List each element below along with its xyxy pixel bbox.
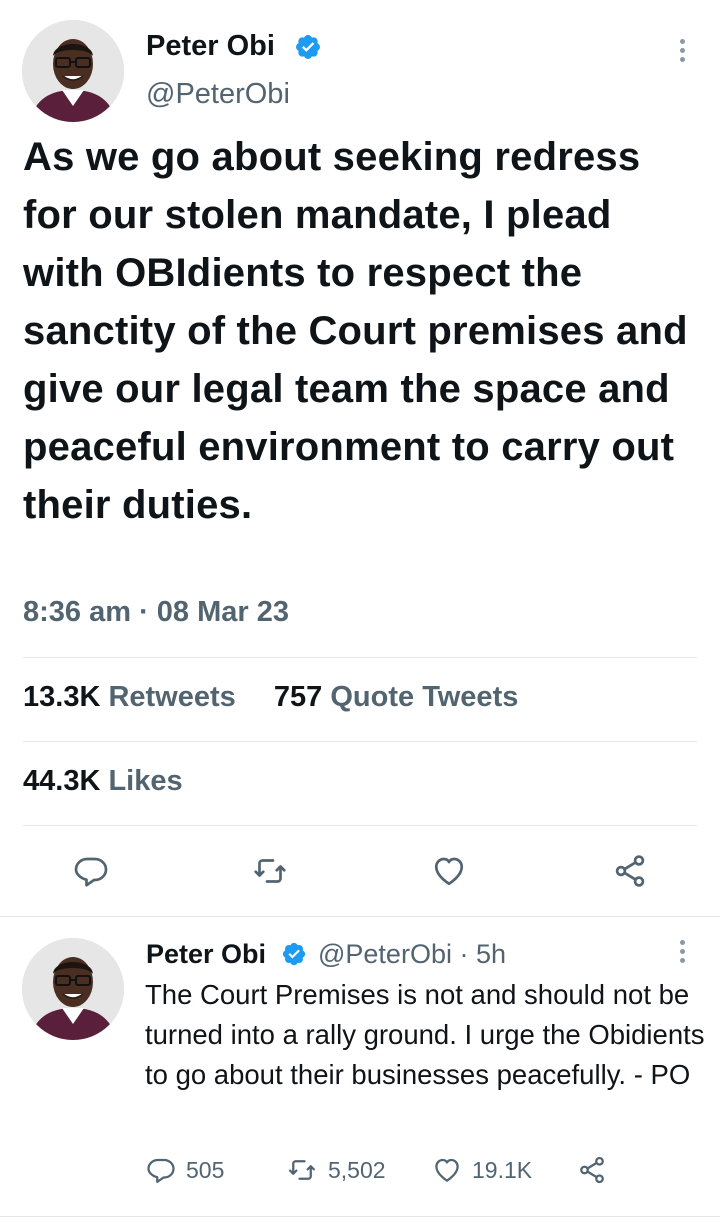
divider: [23, 741, 697, 742]
retweets-label: Retweets: [108, 681, 236, 713]
author-avatar[interactable]: [22, 20, 124, 122]
author-name[interactable]: Peter Obi: [146, 30, 275, 63]
speech-bubble-icon: [74, 857, 108, 887]
retweets-stat[interactable]: 13.3K Retweets: [23, 681, 244, 713]
like-count: 19.1K: [472, 1156, 533, 1183]
reply-like-button[interactable]: 19.1K: [432, 1154, 532, 1186]
reply-reply-button[interactable]: 505: [146, 1154, 224, 1186]
heart-icon: [435, 1158, 459, 1182]
more-options-icon[interactable]: [676, 39, 688, 66]
retweet-count: 5,502: [328, 1156, 386, 1183]
profile-photo-icon: [22, 20, 124, 122]
divider: [23, 825, 697, 826]
share-icon: [615, 855, 645, 887]
share-icon: [580, 1156, 604, 1184]
quotes-label: Quote Tweets: [330, 681, 519, 713]
retweet-icon: [254, 859, 286, 883]
reply-author-handle[interactable]: @PeterObi: [318, 939, 452, 969]
likes-count: 44.3K: [23, 765, 101, 797]
profile-photo-icon: [22, 938, 124, 1040]
retweets-count: 13.3K: [23, 681, 101, 713]
likes-stat[interactable]: 44.3K Likes: [23, 765, 183, 798]
reply-author-name[interactable]: Peter Obi: [146, 939, 266, 970]
retweet-button[interactable]: [250, 853, 290, 889]
verified-badge-icon: [281, 941, 307, 967]
retweet-quote-stats: 13.3K Retweets 757 Quote Tweets: [23, 681, 518, 714]
author-handle[interactable]: @PeterObi: [146, 78, 290, 111]
speech-bubble-icon: [147, 1158, 175, 1183]
share-button[interactable]: [610, 853, 650, 889]
likes-label: Likes: [108, 765, 183, 797]
retweet-icon: [289, 1160, 315, 1180]
divider: [23, 657, 697, 658]
heart-icon: [434, 857, 464, 886]
reply-time[interactable]: · 5h: [459, 939, 506, 969]
reply-share-button[interactable]: [576, 1154, 608, 1186]
more-options-icon[interactable]: [676, 940, 688, 967]
verified-badge-icon: [294, 33, 322, 61]
quotes-count: 757: [273, 681, 323, 713]
like-button[interactable]: [430, 853, 468, 889]
tweet-timestamp[interactable]: 8:36 am · 08 Mar 23: [23, 596, 289, 629]
bottom-separator: [0, 1216, 720, 1217]
tweet-text: As we go about seeking redress for our s…: [23, 135, 688, 527]
thread-separator: [0, 916, 720, 917]
quotes-stat[interactable]: 757 Quote Tweets: [274, 681, 518, 713]
reply-author-meta: @PeterObi · 5h: [318, 939, 506, 970]
main-tweet: Peter Obi @PeterObi As we go about seeki…: [0, 0, 720, 916]
reply-author-avatar[interactable]: [22, 938, 124, 1040]
reply-button[interactable]: [72, 853, 110, 889]
reply-count: 505: [186, 1156, 225, 1183]
reply-text: The Court Premises is not and should not…: [145, 979, 705, 1090]
reply-retweet-button[interactable]: 5,502: [286, 1154, 386, 1186]
